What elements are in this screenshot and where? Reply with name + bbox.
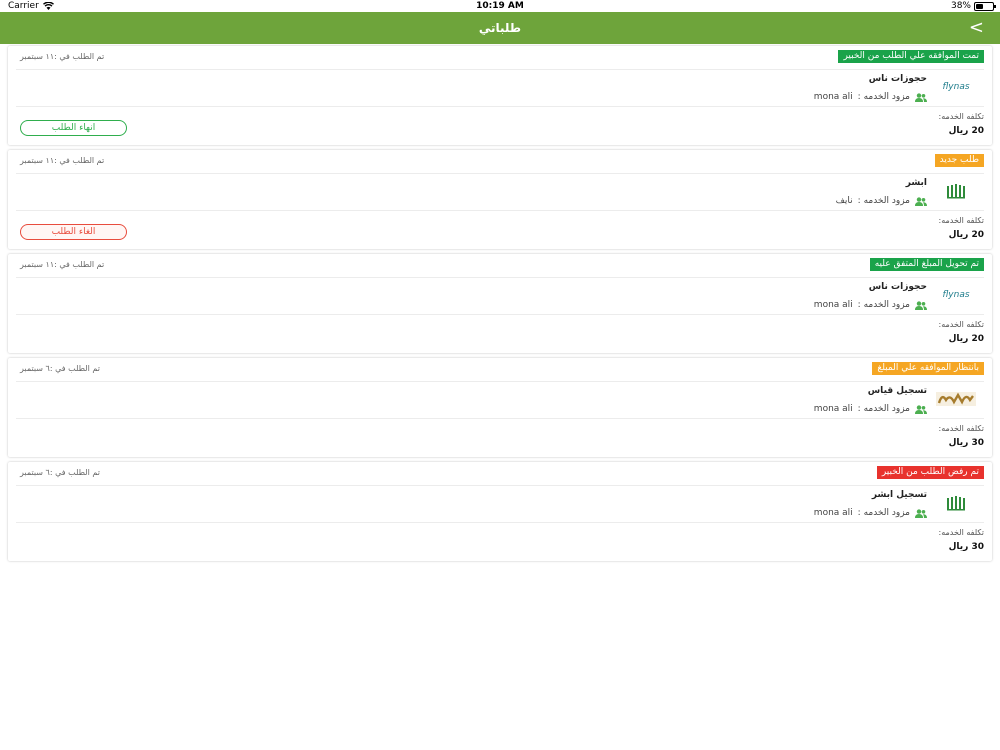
divider <box>16 485 984 486</box>
provider-row: مزود الخدمه : mona ali <box>814 508 927 518</box>
cost-label: تكلفه الخدمه: <box>938 112 984 121</box>
divider <box>16 381 984 382</box>
absher-logo <box>936 492 976 514</box>
status-badge: تمت الموافقه علي الطلب من الخبير <box>838 50 984 63</box>
divider <box>16 69 984 70</box>
provider-name: mona ali <box>813 92 853 102</box>
person-icon <box>915 300 927 310</box>
provider-name: mona ali <box>813 508 853 518</box>
order-card-2[interactable]: طلب جديد تم الطلب في :١١ سبتمبر ابشر مزو… <box>8 150 992 249</box>
page-title: طلباتي <box>478 21 522 35</box>
cost-value: 30 ريال <box>948 438 984 448</box>
order-date: تم الطلب في :٦ سبتمبر <box>20 468 100 477</box>
service-name: تسجيل ابشر <box>871 490 927 500</box>
order-card-1[interactable]: تمت الموافقه علي الطلب من الخبير تم الطل… <box>8 46 992 145</box>
status-badge: بانتظار الموافقه علي المبلغ <box>872 362 984 375</box>
status-bar: Carrier 10:19 AM 38% <box>0 0 1000 12</box>
clock: 10:19 AM <box>476 1 524 11</box>
person-icon <box>915 92 927 102</box>
battery-percent: 38% <box>950 1 971 11</box>
divider <box>16 106 984 107</box>
flynas-logo-container: flynas <box>936 76 976 98</box>
provider-label: مزود الخدمه : <box>857 196 910 206</box>
order-date: تم الطلب في :١١ سبتمبر <box>20 260 105 269</box>
order-card-3[interactable]: تم تحويل المبلغ المتفق عليه تم الطلب في … <box>8 254 992 353</box>
status-badge: طلب جديد <box>934 154 984 167</box>
provider-label: مزود الخدمه : <box>857 92 910 102</box>
provider-label: مزود الخدمه : <box>857 404 910 414</box>
status-badge: تم رفض الطلب من الخبير <box>876 466 984 479</box>
cancel-order-button[interactable]: الغاء الطلب <box>20 224 127 240</box>
flynas-logo: flynas <box>942 82 970 92</box>
cost-label: تكلفه الخدمه: <box>938 216 984 225</box>
service-name: حجوزات ناس <box>868 74 927 84</box>
divider <box>16 210 984 211</box>
orders-list: تمت الموافقه علي الطلب من الخبير تم الطل… <box>8 46 992 566</box>
provider-row: مزود الخدمه : mona ali <box>814 300 927 310</box>
battery-indicator: 38% <box>950 0 996 12</box>
service-name: حجوزات ناس <box>868 282 927 292</box>
cost-value: 30 ريال <box>948 542 984 552</box>
cost-value: 20 ريال <box>948 126 984 136</box>
order-card-4[interactable]: بانتظار الموافقه علي المبلغ تم الطلب في … <box>8 358 992 457</box>
cost-label: تكلفه الخدمه: <box>938 528 984 537</box>
divider <box>16 522 984 523</box>
provider-name: mona ali <box>813 404 853 414</box>
divider <box>16 314 984 315</box>
status-badge: تم تحويل المبلغ المتفق عليه <box>869 258 984 271</box>
navigation-bar: طلباتي < <box>0 12 1000 44</box>
divider <box>16 418 984 419</box>
service-name: تسجيل قياس <box>867 386 927 396</box>
provider-row: مزود الخدمه : mona ali <box>814 404 927 414</box>
absher-logo <box>936 180 976 202</box>
qiyas-logo <box>936 388 976 410</box>
provider-name: نايف <box>835 196 853 206</box>
person-icon <box>915 404 927 414</box>
provider-label: مزود الخدمه : <box>857 300 910 310</box>
provider-row: مزود الخدمه : نايف <box>836 196 927 206</box>
finish-order-button[interactable]: انهاء الطلب <box>20 120 127 136</box>
provider-name: mona ali <box>813 300 853 310</box>
flynas-logo-container: flynas <box>936 284 976 306</box>
person-icon <box>915 508 927 518</box>
flynas-logo: flynas <box>942 290 970 300</box>
order-card-5[interactable]: تم رفض الطلب من الخبير تم الطلب في :٦ سب… <box>8 462 992 561</box>
back-button[interactable]: < <box>969 12 984 44</box>
cost-value: 20 ريال <box>948 230 984 240</box>
order-date: تم الطلب في :١١ سبتمبر <box>20 52 105 61</box>
divider <box>16 173 984 174</box>
person-icon <box>915 196 927 206</box>
service-name: ابشر <box>905 178 927 188</box>
battery-icon <box>974 1 996 11</box>
provider-row: مزود الخدمه : mona ali <box>814 92 927 102</box>
order-date: تم الطلب في :٦ سبتمبر <box>20 364 100 373</box>
cost-value: 20 ريال <box>948 334 984 344</box>
cost-label: تكلفه الخدمه: <box>938 424 984 433</box>
divider <box>16 277 984 278</box>
order-date: تم الطلب في :١١ سبتمبر <box>20 156 105 165</box>
cost-label: تكلفه الخدمه: <box>938 320 984 329</box>
provider-label: مزود الخدمه : <box>857 508 910 518</box>
